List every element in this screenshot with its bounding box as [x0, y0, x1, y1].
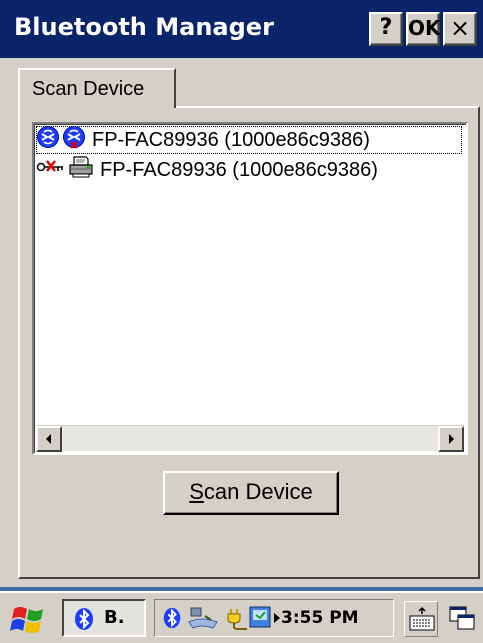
bluetooth-icon: [75, 608, 93, 630]
printer-icon: [68, 155, 94, 185]
taskbar: B. 3:55 PM: [0, 591, 483, 643]
scan-device-button[interactable]: Scan Device: [163, 471, 339, 515]
taskbar-button-label: B.: [104, 607, 125, 628]
scan-button-label: can Device: [203, 479, 313, 504]
close-button[interactable]: ×: [443, 12, 477, 46]
scan-button-mnemonic: S: [189, 479, 204, 504]
taskbar-button-bluetooth[interactable]: B.: [62, 599, 146, 637]
horizontal-scrollbar[interactable]: [36, 425, 464, 452]
device-label: FP-FAC89936 (1000e86c9386): [92, 128, 370, 151]
tab-label: Scan Device: [32, 78, 145, 100]
desktop-button[interactable]: [446, 601, 478, 637]
keyboard-button[interactable]: [404, 601, 438, 637]
dialog-body: Scan Device FP-FAC89936 (1000e86c9386) F…: [0, 58, 483, 587]
power-plug-icon[interactable]: [225, 605, 249, 631]
device-label: FP-FAC89936 (1000e86c9386): [100, 158, 378, 181]
title-bar: Bluetooth Manager ? OK ×: [0, 0, 483, 58]
ok-button[interactable]: OK: [406, 12, 441, 46]
clock: 3:55 PM: [281, 608, 359, 628]
bluetooth-icon[interactable]: [161, 606, 183, 630]
keyboard-icon: [409, 606, 435, 631]
bluetooth-disconnect-icon: [62, 125, 86, 155]
start-button[interactable]: [10, 601, 50, 637]
scroll-right-button[interactable]: [438, 426, 464, 452]
list-item[interactable]: FP-FAC89936 (1000e86c9386): [36, 126, 462, 154]
scroll-left-button[interactable]: [36, 426, 62, 452]
arrow-right-icon: [449, 434, 454, 444]
network-icon[interactable]: [187, 606, 219, 630]
tray-arrow-icon[interactable]: [273, 612, 281, 624]
sync-icon[interactable]: [249, 605, 273, 631]
help-button[interactable]: ?: [369, 12, 403, 46]
arrow-left-icon: [46, 434, 51, 444]
desktop-windows-icon: [449, 606, 475, 630]
tab-scan-device[interactable]: Scan Device: [18, 68, 176, 108]
window-title: Bluetooth Manager: [14, 13, 274, 41]
device-list[interactable]: FP-FAC89936 (1000e86c9386) FP-FAC89936 (…: [32, 122, 468, 455]
unpaired-key-icon: [36, 155, 66, 185]
windows-flag-icon: [10, 607, 43, 633]
list-item[interactable]: FP-FAC89936 (1000e86c9386): [36, 156, 378, 184]
system-tray: 3:55 PM: [154, 599, 394, 637]
bluetooth-connect-icon: [36, 125, 60, 155]
